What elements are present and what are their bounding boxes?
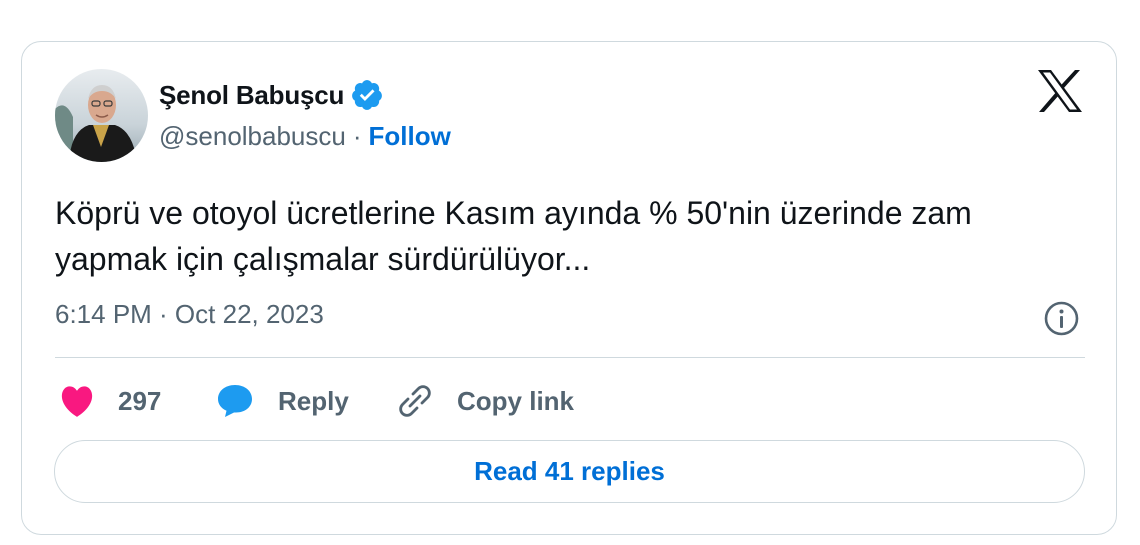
tweet-text: Köprü ve otoyol ücretlerine Kasım ayında…: [55, 195, 972, 277]
heart-icon: [58, 384, 96, 418]
like-button[interactable]: 297: [58, 378, 161, 424]
reply-label: Reply: [278, 385, 349, 416]
read-replies-button[interactable]: Read 41 replies: [54, 440, 1085, 503]
like-count: 297: [118, 385, 162, 416]
tweet-timestamp[interactable]: 6:14 PM · Oct 22, 2023: [55, 299, 324, 330]
speech-bubble-icon: [216, 383, 254, 419]
divider: [55, 357, 1085, 358]
copy-link-button[interactable]: Copy link: [397, 378, 574, 424]
author-handle-row: @senolbabuscu · Follow: [159, 118, 451, 154]
avatar[interactable]: [55, 69, 148, 162]
author-name-row: Şenol Babuşcu: [159, 78, 384, 112]
author-handle[interactable]: @senolbabuscu: [159, 121, 346, 152]
read-replies-label: Read 41 replies: [474, 456, 665, 486]
verified-badge-icon: [350, 78, 384, 112]
follow-button[interactable]: Follow: [369, 121, 451, 152]
reply-button[interactable]: Reply: [216, 378, 349, 424]
author-display-name[interactable]: Şenol Babuşcu: [159, 80, 344, 111]
link-icon: [397, 383, 433, 419]
x-logo-icon[interactable]: [1037, 69, 1083, 113]
copy-link-label: Copy link: [457, 385, 575, 416]
separator-dot: ·: [352, 120, 362, 151]
avatar-photo: [55, 69, 148, 162]
info-icon[interactable]: [1043, 300, 1080, 337]
